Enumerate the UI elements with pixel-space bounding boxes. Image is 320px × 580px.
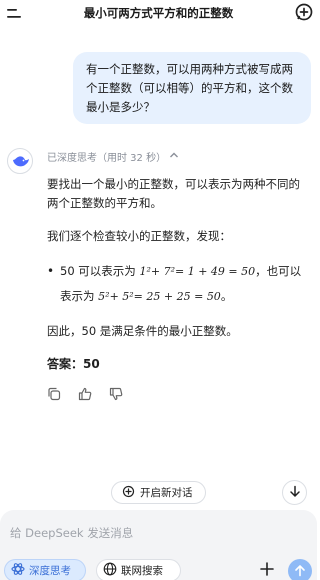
answer-paragraph: 我们逐个检查较小的正整数，发现： <box>47 229 231 243</box>
web-search-toggle[interactable]: 联网搜索 <box>96 559 181 580</box>
arrow-down-icon <box>289 483 301 502</box>
message-input[interactable] <box>10 523 280 543</box>
math-expression: 5²+ 5²= 25 + 25 = 50 <box>98 290 221 303</box>
plus-icon <box>259 561 275 580</box>
new-chat-icon[interactable] <box>294 2 314 22</box>
send-button[interactable] <box>288 559 312 580</box>
page-title: 最小可两方式平方和的正整数 <box>83 6 234 20</box>
copy-icon[interactable] <box>47 386 61 401</box>
final-answer: 答案：50 <box>47 357 100 371</box>
thinking-toggle[interactable]: 已深度思考（用时 32 秒） <box>47 149 179 164</box>
top-bar: 最小可两方式平方和的正整数 <box>0 0 317 26</box>
globe-icon <box>103 562 117 579</box>
answer-paragraph: 因此，50 是满足条件的最小正整数。 <box>47 324 238 338</box>
chevron-up-icon <box>169 151 179 162</box>
composer: 深度思考 联网搜索 <box>0 510 317 580</box>
thumbs-down-icon[interactable] <box>109 386 123 401</box>
new-chat-button[interactable]: 开启新对话 <box>111 481 206 504</box>
whale-icon <box>13 156 29 167</box>
answer-bullet: • 50 可以表示为 1²+ 7²= 1 + 49 = 50，也可以表示为 5²… <box>47 264 302 303</box>
web-search-label: 联网搜索 <box>121 565 163 577</box>
scroll-down-button[interactable] <box>282 480 307 505</box>
new-chat-label: 开启新对话 <box>140 487 193 499</box>
thumbs-up-icon[interactable] <box>78 386 92 401</box>
new-chat-icon <box>122 485 135 501</box>
message-actions <box>47 386 123 401</box>
menu-icon[interactable] <box>6 6 22 20</box>
answer-paragraph: 要找出一个最小的正整数，可以表示为两种不同的两个正整数的平方和。 <box>47 177 300 210</box>
deep-think-toggle[interactable]: 深度思考 <box>4 559 86 580</box>
math-expression: 1²+ 7²= 1 + 49 = 50 <box>139 265 256 278</box>
arrow-up-icon <box>294 562 306 580</box>
attach-button[interactable] <box>256 560 278 580</box>
deepseek-avatar <box>7 148 33 174</box>
atom-icon <box>11 562 25 579</box>
deep-think-label: 深度思考 <box>29 565 71 577</box>
assistant-answer: 要找出一个最小的正整数，可以表示为两种不同的两个正整数的平方和。 我们逐个检查较… <box>47 175 311 372</box>
user-message-bubble: 有一个正整数，可以用两种方式被写成两个正整数（可以相等）的平方和，这个数最小是多… <box>73 52 311 124</box>
thinking-label: 已深度思考（用时 32 秒） <box>47 153 167 164</box>
